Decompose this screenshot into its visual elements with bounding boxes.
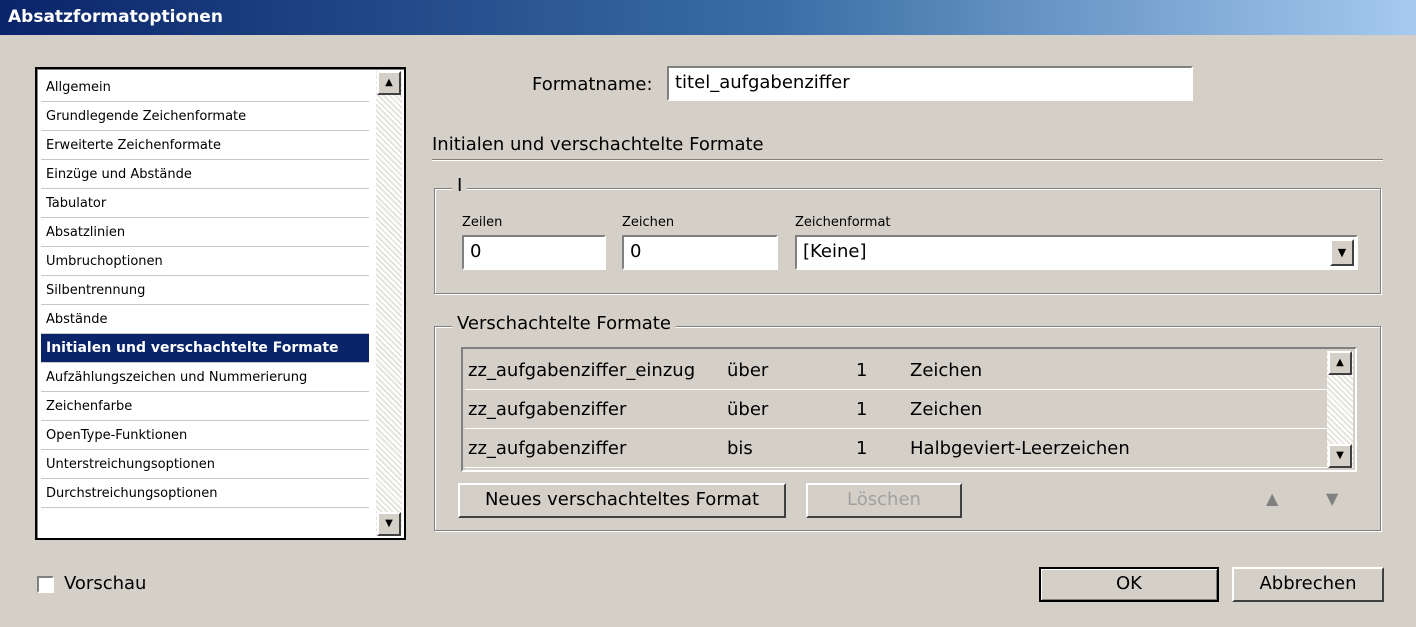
preview-label[interactable]: Vorschau — [64, 573, 146, 594]
category-item-unterstreichungsoptionen[interactable]: Unterstreichungsoptionen — [41, 450, 369, 479]
ok-button[interactable]: OK — [1039, 567, 1219, 602]
category-item-umbruchoptionen[interactable]: Umbruchoptionen — [41, 247, 369, 276]
nested-row-count: 1 — [856, 360, 868, 381]
zeilen-label: Zeilen — [462, 215, 503, 230]
category-item-initialen-selected[interactable]: Initialen und verschachtelte Formate — [41, 334, 369, 363]
nested-formats-group-label: Verschachtelte Formate — [452, 313, 676, 334]
formatname-input[interactable]: titel_aufgabenziffer — [667, 66, 1193, 101]
nested-row[interactable]: zz_aufgabenziffer bis 1 Halbgeviert-Leer… — [465, 429, 1329, 468]
category-scrollbar[interactable]: ▲ ▼ — [376, 71, 402, 536]
category-item-absatzlinien[interactable]: Absatzlinien — [41, 218, 369, 247]
chevron-down-icon[interactable]: ▼ — [1330, 239, 1354, 266]
category-item-abstaende[interactable]: Abstände — [41, 305, 369, 334]
nested-row-mode: über — [727, 399, 769, 420]
nested-row[interactable]: zz_aufgabenziffer über 1 Zeichen — [465, 390, 1329, 429]
category-item-aufzaehlungszeichen[interactable]: Aufzählungszeichen und Nummerierung — [41, 363, 369, 392]
nested-row-format: zz_aufgabenziffer — [468, 438, 627, 459]
nested-scrollbar[interactable]: ▲ ▼ — [1327, 351, 1353, 468]
category-item-zeichenfarbe[interactable]: Zeichenfarbe — [41, 392, 369, 421]
window-title: Absatzformatoptionen — [8, 7, 223, 27]
nested-row-mode: über — [727, 360, 769, 381]
new-nested-format-button[interactable]: Neues verschachteltes Format — [458, 483, 786, 518]
nested-row-unit: Zeichen — [910, 399, 983, 420]
nested-formats-table[interactable]: zz_aufgabenziffer_einzug über 1 Zeichen … — [461, 347, 1357, 472]
zeilen-input[interactable]: 0 — [462, 235, 606, 270]
nested-row-mode: bis — [727, 438, 753, 459]
category-item-grundlegende-zeichenformate[interactable]: Grundlegende Zeichenformate — [41, 102, 369, 131]
section-title: Initialen und verschachtelte Formate — [432, 134, 764, 155]
nested-row[interactable]: zz_aufgabenziffer_einzug über 1 Zeichen — [465, 351, 1329, 390]
nested-row-count: 1 — [856, 438, 868, 459]
move-down-icon[interactable]: ▼ — [1326, 489, 1338, 508]
category-item-erweiterte-zeichenformate[interactable]: Erweiterte Zeichenformate — [41, 131, 369, 160]
zeichenformat-select[interactable]: [Keine] ▼ — [795, 235, 1358, 270]
nested-row-unit: Halbgeviert-Leerzeichen — [910, 438, 1130, 459]
nested-row-format: zz_aufgabenziffer — [468, 399, 627, 420]
move-up-icon[interactable]: ▲ — [1266, 489, 1278, 508]
zeichenformat-label: Zeichenformat — [795, 215, 891, 230]
category-item-allgemein[interactable]: Allgemein — [41, 73, 369, 102]
category-item-einzuege-und-abstaende[interactable]: Einzüge und Abstände — [41, 160, 369, 189]
scroll-up-icon[interactable]: ▲ — [1328, 351, 1352, 375]
initials-group-label: I — [452, 175, 468, 196]
category-item-opentype-funktionen[interactable]: OpenType-Funktionen — [41, 421, 369, 450]
cancel-button[interactable]: Abbrechen — [1232, 567, 1384, 602]
preview-checkbox[interactable] — [37, 576, 54, 593]
category-list[interactable]: Allgemein Grundlegende Zeichenformate Er… — [35, 67, 406, 540]
scroll-up-icon[interactable]: ▲ — [377, 71, 401, 95]
nested-row-count: 1 — [856, 399, 868, 420]
section-divider — [432, 159, 1383, 161]
nested-row-format: zz_aufgabenziffer_einzug — [468, 360, 696, 381]
scroll-down-icon[interactable]: ▼ — [1328, 444, 1352, 468]
nested-row-unit: Zeichen — [910, 360, 983, 381]
category-item-silbentrennung[interactable]: Silbentrennung — [41, 276, 369, 305]
category-item-tabulator[interactable]: Tabulator — [41, 189, 369, 218]
delete-button[interactable]: Löschen — [806, 483, 962, 518]
formatname-label: Formatname: — [532, 74, 653, 95]
zeichen-label: Zeichen — [622, 215, 675, 230]
scroll-down-icon[interactable]: ▼ — [377, 512, 401, 536]
zeichen-input[interactable]: 0 — [622, 235, 778, 270]
category-item-durchstreichungsoptionen[interactable]: Durchstreichungsoptionen — [41, 479, 369, 508]
zeichenformat-value: [Keine] — [803, 241, 867, 262]
window-titlebar: Absatzformatoptionen — [0, 0, 1416, 35]
